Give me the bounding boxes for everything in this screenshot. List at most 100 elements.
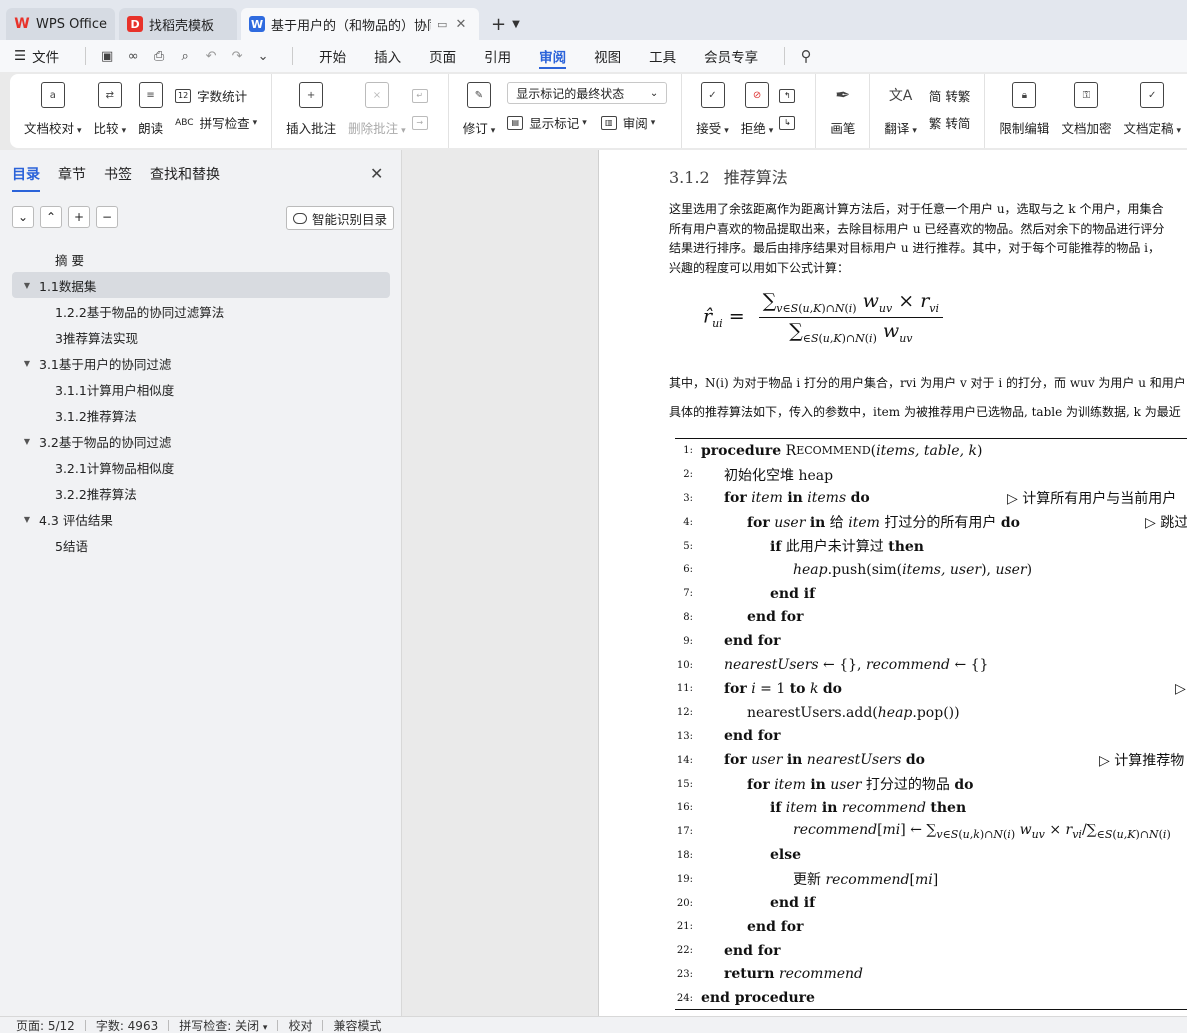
- line-number: 3:: [683, 492, 693, 504]
- menu-bar: ☰ 文件 ▣ ∞ ⎙ ⌕ ↶ ↷ ⌄ 开始 插入 页面 引用 审阅 视图 工具 …: [0, 40, 1187, 72]
- algo-line: 21: end for: [676, 918, 804, 935]
- algo-text: 打分过的物品: [865, 777, 950, 794]
- prev-change-button[interactable]: ↰: [779, 82, 801, 109]
- toc-item[interactable]: 3.2.1计算物品相似度: [12, 454, 390, 480]
- review-pane-icon: ▥: [600, 115, 617, 130]
- proof-indicator[interactable]: 校对: [288, 1017, 312, 1033]
- algo-line: 11: for i = 1 to k do ▷: [676, 680, 1186, 697]
- insert-comment-button[interactable]: + 插入批注: [286, 82, 336, 137]
- algo-line: 6: heap.push(sim(items, user), user): [675, 558, 1187, 582]
- tab-member[interactable]: 会员专享: [690, 40, 772, 72]
- remove-heading-icon[interactable]: −: [96, 206, 118, 228]
- compare-button[interactable]: ⇄ 比较 ▾: [94, 82, 126, 137]
- save-icon[interactable]: ▣: [98, 47, 116, 65]
- word-count-indicator[interactable]: 字数: 4963: [96, 1017, 158, 1033]
- more-chevron-icon[interactable]: ⌄: [254, 47, 272, 65]
- toc-item[interactable]: ▼ 1.1数据集: [12, 272, 390, 298]
- expand-arrow-icon[interactable]: ▼: [20, 437, 34, 446]
- nav-tab-bookmarks[interactable]: 书签: [104, 164, 132, 192]
- reject-button[interactable]: ⊘ 拒绝 ▾: [740, 82, 773, 137]
- spell-check-indicator[interactable]: 拼写检查: 关闭 ▾: [179, 1017, 267, 1033]
- to-traditional-button[interactable]: 简 转繁: [929, 82, 971, 109]
- restrict-editing-button[interactable]: 🔒︎ 限制编辑: [999, 82, 1049, 137]
- reject-icon: ⊘: [745, 82, 770, 108]
- smart-toc-button[interactable]: 智能识别目录: [286, 206, 395, 230]
- page-indicator[interactable]: 页面: 5/12: [16, 1017, 75, 1033]
- search-icon[interactable]: ⚲: [797, 47, 815, 65]
- next-change-button[interactable]: ↳: [779, 109, 801, 136]
- add-heading-icon[interactable]: +: [68, 206, 90, 228]
- document-page[interactable]: 3.1.2 推荐算法 这里选用了余弦距离作为距离计算方法后，对于任意一个用户 u，…: [598, 150, 1187, 1016]
- tab-view[interactable]: 视图: [580, 40, 635, 72]
- finalize-button[interactable]: ✓ 文档定稿 ▾: [1123, 82, 1181, 137]
- toc-item-label: 3.1.2推荐算法: [55, 408, 137, 424]
- docer-logo-icon: D: [127, 16, 144, 32]
- to-simplified-button[interactable]: 繁 转简: [929, 109, 971, 136]
- tab-reference[interactable]: 引用: [470, 40, 525, 72]
- line-number: 7:: [683, 588, 693, 600]
- algorithm-block: 1: procedure R ECOMMEND(items, table, k) 2…: [675, 438, 1187, 1010]
- traditional-icon: 简: [928, 89, 942, 104]
- spell-check-button[interactable]: ABC 拼写检查 ▾: [175, 109, 257, 136]
- markup-state-select[interactable]: 显示标记的最终状态 ⌄: [507, 82, 668, 104]
- proofread-button[interactable]: a 文档校对 ▾: [24, 82, 82, 137]
- line-number: 16:: [676, 802, 693, 814]
- prev-comment-button[interactable]: ↵: [411, 82, 434, 109]
- toc-item[interactable]: 3.1.1计算用户相似度: [12, 376, 390, 402]
- nav-tab-chapters[interactable]: 章节: [58, 164, 86, 192]
- line-number: 5:: [683, 540, 693, 552]
- expand-arrow-icon[interactable]: ▼: [20, 281, 34, 290]
- encrypt-button[interactable]: ⚿ 文档加密: [1061, 82, 1111, 137]
- tab-docer[interactable]: D 找稻壳模板: [119, 8, 238, 40]
- show-markup-button[interactable]: ▤ 显示标记 ▾: [507, 109, 587, 136]
- tab-start[interactable]: 开始: [305, 40, 360, 72]
- line-number: 19:: [676, 873, 693, 885]
- expand-arrow-icon[interactable]: ▼: [20, 359, 34, 368]
- tab-page[interactable]: 页面: [415, 40, 470, 72]
- read-aloud-button[interactable]: ≡ 朗读: [138, 82, 163, 137]
- undo-icon[interactable]: ↶: [202, 47, 220, 65]
- algo-line: 9: end for: [675, 629, 1187, 653]
- toc-item[interactable]: 3.2.2推荐算法: [12, 480, 390, 506]
- reject-label: 拒绝: [740, 121, 766, 136]
- nav-tab-toc[interactable]: 目录: [12, 164, 40, 192]
- expand-down-icon[interactable]: ⌄: [12, 206, 34, 228]
- tab-document[interactable]: W 基于用户的（和物品的）协同过 ▭ ✕: [241, 8, 480, 40]
- chevron-down-icon: ▾: [77, 126, 82, 136]
- collapse-up-icon[interactable]: ⌃: [40, 206, 62, 228]
- review-pane-button[interactable]: ▥ 审阅 ▾: [600, 109, 655, 136]
- word-count-button[interactable]: 12 字数统计: [175, 82, 257, 109]
- close-tab-icon[interactable]: ✕: [455, 17, 466, 32]
- print-icon[interactable]: ⎙: [150, 47, 168, 65]
- tab-insert[interactable]: 插入: [360, 40, 415, 72]
- tab-wps-office[interactable]: W WPS Office: [6, 8, 116, 40]
- delete-comment-button[interactable]: × 删除批注 ▾: [348, 82, 406, 137]
- toc-item[interactable]: ▼ 3.2基于物品的协同过滤: [12, 428, 390, 454]
- algo-line: 17: recommend[mi] ← ∑v∈S(u,k)∩N(i) wuv × …: [676, 822, 1171, 842]
- tracking-group: ✎ 修订 ▾ 显示标记的最终状态 ⌄ ▤ 显示标记 ▾ ▥ 审阅 ▾: [457, 74, 683, 148]
- tab-review[interactable]: 审阅: [525, 40, 580, 72]
- chevron-down-icon: ▾: [401, 126, 406, 136]
- new-tab-button[interactable]: + ▼: [483, 8, 528, 40]
- tab-tools[interactable]: 工具: [635, 40, 690, 72]
- toc-item[interactable]: ▼ 3.1基于用户的协同过滤: [12, 350, 390, 376]
- accept-button[interactable]: ✓ 接受 ▾: [696, 82, 729, 137]
- expand-arrow-icon[interactable]: ▼: [20, 515, 34, 524]
- toc-item[interactable]: 5结语: [12, 532, 390, 558]
- file-menu[interactable]: ☰ 文件: [14, 46, 59, 66]
- toc-item[interactable]: ▼ 4.3 评估结果: [12, 506, 390, 532]
- link-icon[interactable]: ∞: [124, 47, 142, 65]
- nav-tab-find-replace[interactable]: 查找和替换: [150, 164, 220, 192]
- pen-button[interactable]: ✒ 画笔: [830, 82, 855, 137]
- print-preview-icon[interactable]: ⌕: [176, 47, 194, 65]
- close-icon[interactable]: ✕: [370, 164, 383, 183]
- toc-item[interactable]: 1.2.2基于物品的协同过滤算法: [12, 298, 390, 324]
- toc-item[interactable]: 摘 要: [12, 246, 390, 272]
- track-changes-button[interactable]: ✎ 修订 ▾: [463, 82, 495, 137]
- next-comment-button[interactable]: →: [411, 109, 434, 136]
- toc-item[interactable]: 3推荐算法实现: [12, 324, 390, 350]
- review-ribbon: a 文档校对▾ ⇄ 比较▾ ≡ 朗读 12 字数统计 ABC 拼写检查 ▾: [10, 74, 1187, 148]
- translate-button[interactable]: 文A 翻译 ▾: [884, 82, 917, 137]
- redo-icon[interactable]: ↷: [228, 47, 246, 65]
- toc-item[interactable]: 3.1.2推荐算法: [12, 402, 390, 428]
